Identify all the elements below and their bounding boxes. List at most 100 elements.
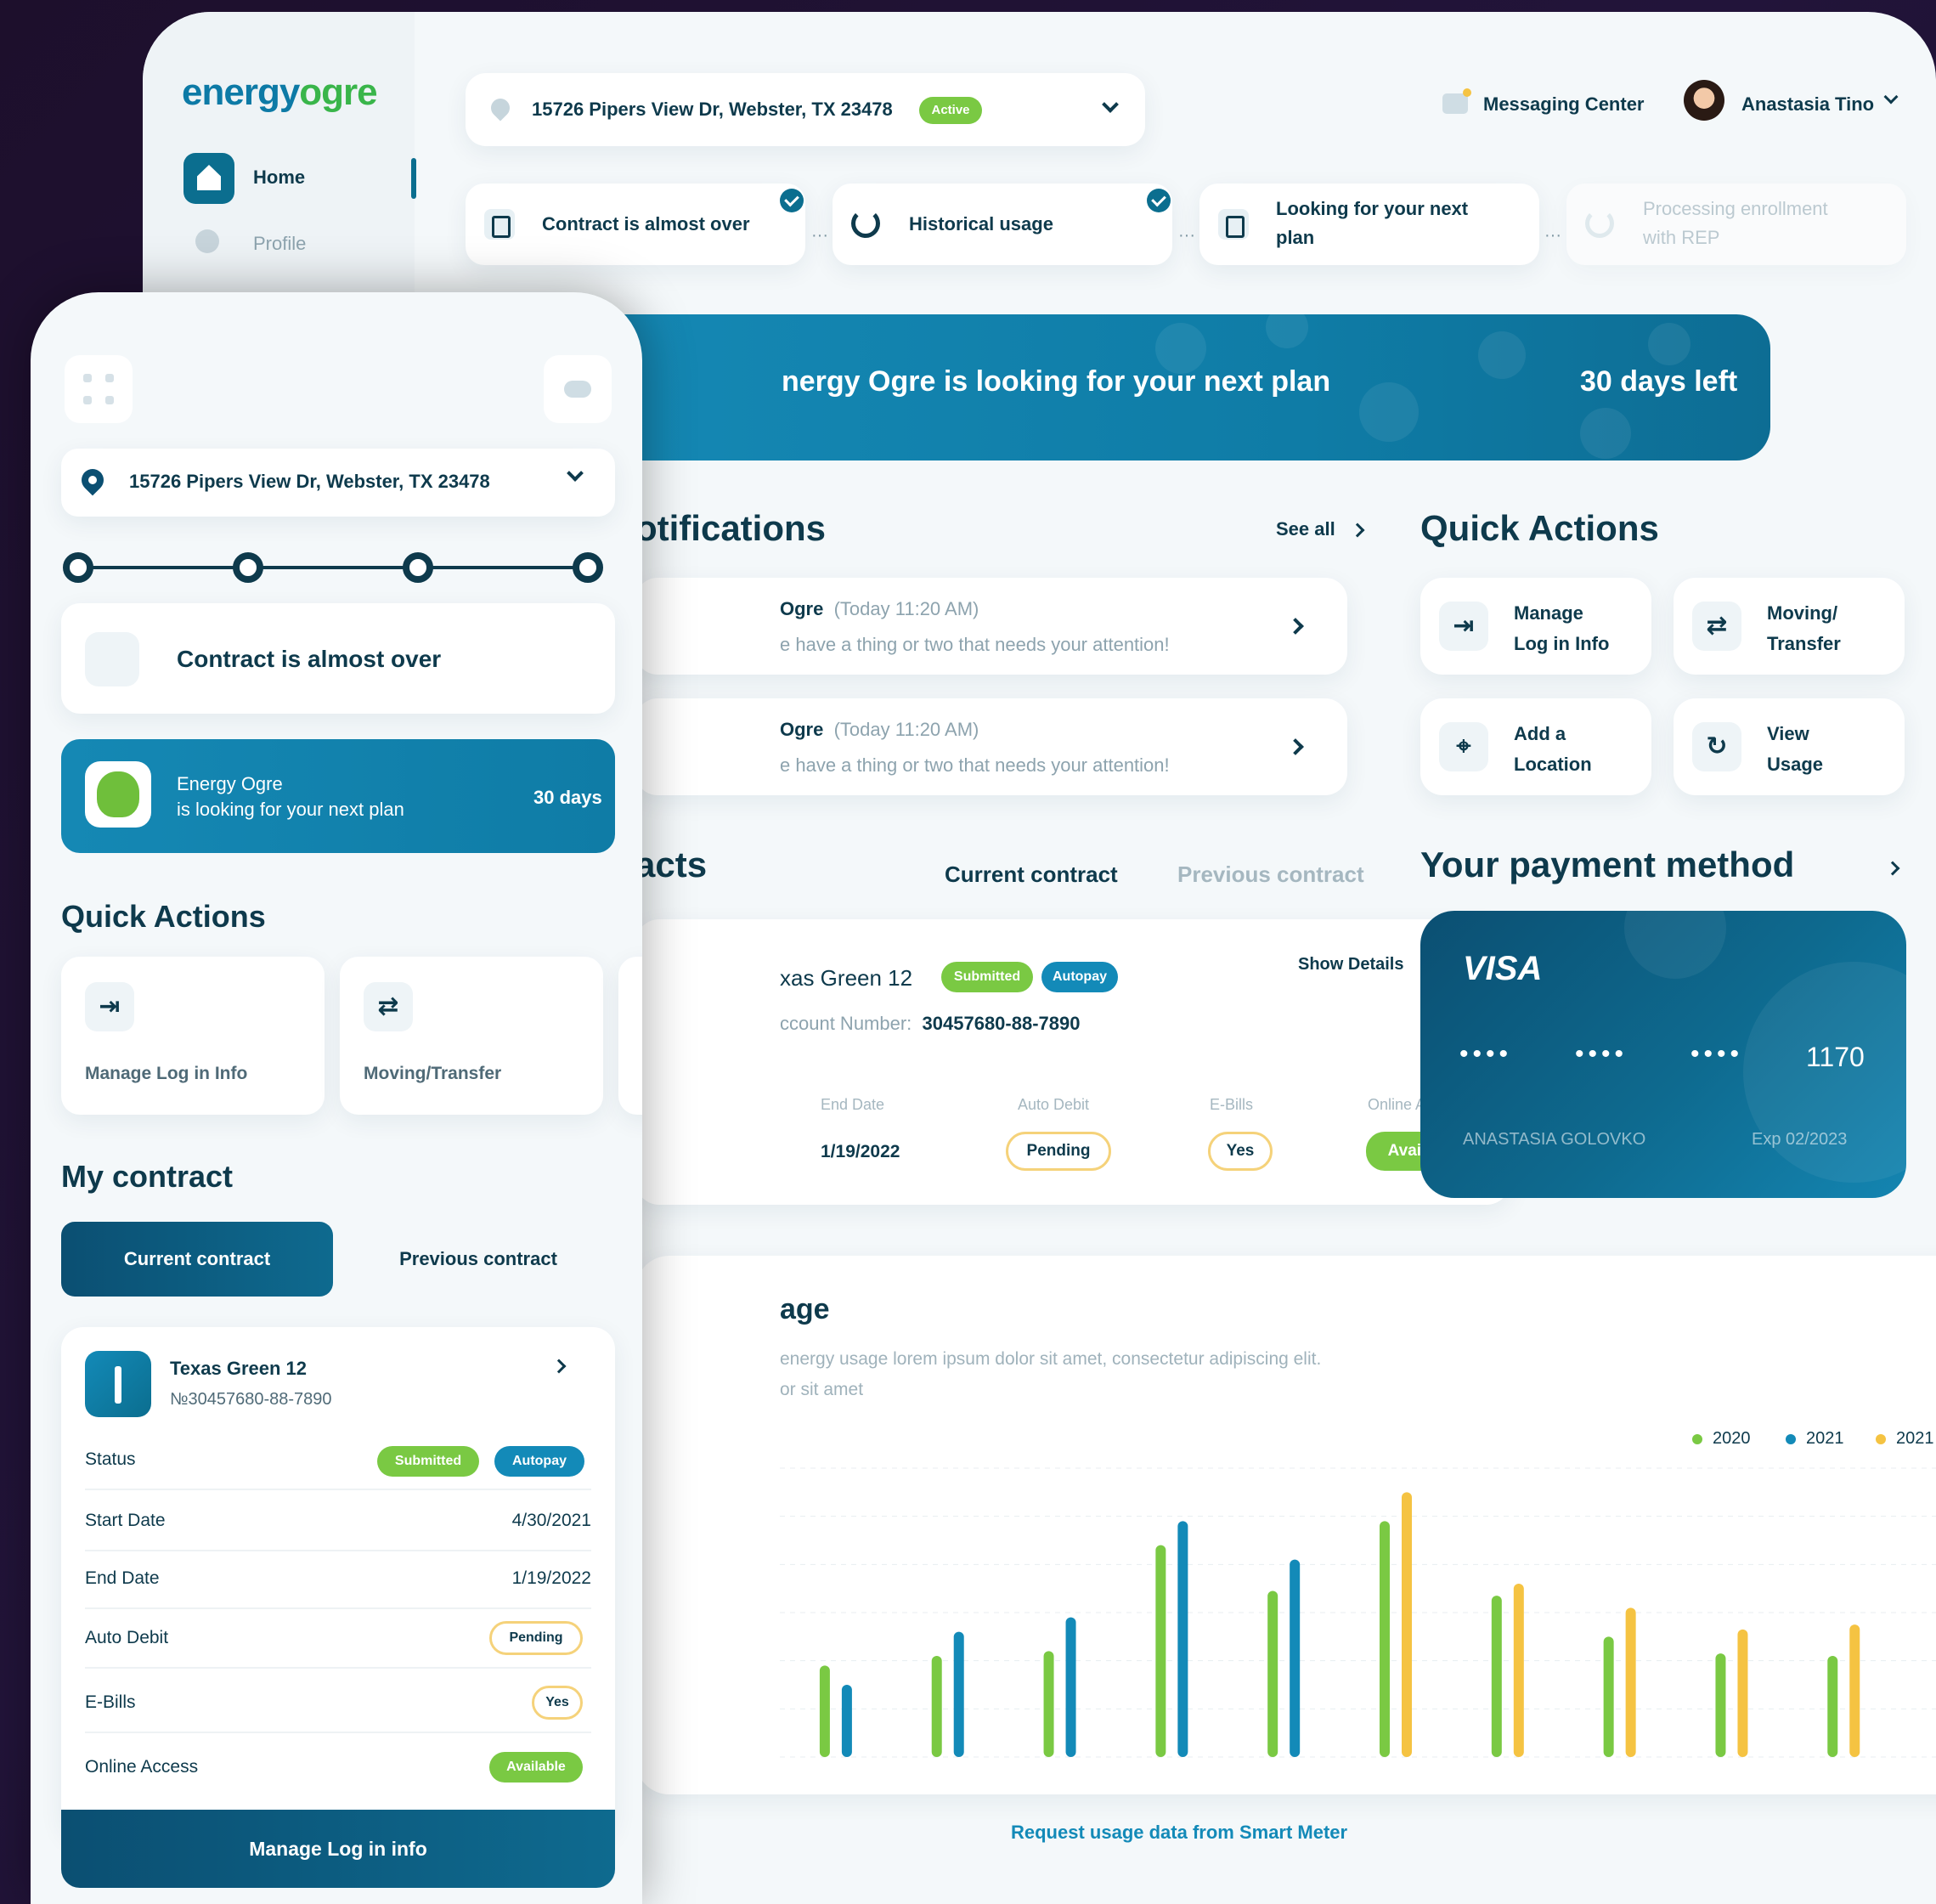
progress-node: [63, 552, 93, 583]
mobile-quick-action-more[interactable]: [618, 957, 642, 1115]
bar-2020: [1380, 1521, 1390, 1757]
ogre-mascot-icon: [85, 761, 151, 828]
submitted-badge: Submitted: [377, 1446, 479, 1477]
mobile-tab-current-contract[interactable]: Current contract: [61, 1222, 333, 1297]
bar-2020: [819, 1665, 830, 1757]
quick-action-view-usage[interactable]: ↻ View Usage: [1674, 698, 1905, 795]
quick-action-label: Manage: [1514, 602, 1583, 624]
banner-line2: is looking for your next plan: [177, 799, 404, 820]
see-all-link[interactable]: See all: [1276, 518, 1335, 540]
status-badge: Active: [919, 97, 982, 124]
sidebar-item-home[interactable]: Home: [253, 167, 305, 189]
bar-2021: [953, 1631, 964, 1757]
header-end-date: End Date: [821, 1096, 885, 1113]
active-indicator: [411, 158, 416, 199]
end-date-value: 1/19/2022: [821, 1142, 900, 1161]
bar-2020: [1715, 1653, 1726, 1757]
step-looking-next-plan[interactable]: Looking for your next plan: [1199, 184, 1539, 265]
chevron-right-icon[interactable]: [551, 1359, 567, 1374]
next-plan-banner[interactable]: nergy Ogre is looking for your next plan…: [595, 306, 1770, 460]
chevron-down-icon[interactable]: [1102, 96, 1119, 113]
card-mask: ••••: [1459, 1040, 1513, 1068]
manage-login-button[interactable]: Manage Log in info: [61, 1810, 615, 1888]
my-contract-title: My contract: [61, 1159, 234, 1194]
cloud-icon[interactable]: [544, 355, 612, 423]
avatar[interactable]: [1684, 80, 1724, 121]
card-last4: 1170: [1806, 1042, 1865, 1072]
mobile-address-selector[interactable]: 15726 Pipers View Dr, Webster, TX 23478: [61, 449, 615, 517]
chevron-right-icon[interactable]: [1287, 618, 1304, 635]
sidebar-item-profile[interactable]: Profile: [253, 233, 306, 255]
login-icon: ⇥: [85, 982, 134, 1031]
progress-node: [573, 552, 603, 583]
loading-icon: [1585, 209, 1614, 238]
card-expiry: Exp 02/2023: [1752, 1130, 1848, 1149]
mobile-quick-action-moving-transfer[interactable]: ⇄ Moving/Transfer: [340, 957, 603, 1115]
menu-grid-icon[interactable]: [65, 355, 133, 423]
messaging-center-link[interactable]: Messaging Center: [1483, 93, 1645, 116]
mobile-status-card[interactable]: Contract is almost over: [61, 603, 615, 714]
mobile-quick-action-manage-login[interactable]: ⇥ Manage Log in Info: [61, 957, 325, 1115]
home-icon[interactable]: [183, 153, 234, 204]
notification-sender: Ogre: [780, 719, 824, 740]
account-number: ccount Number: 30457680-88-7890: [780, 1013, 1081, 1034]
quick-action-manage-login[interactable]: ⇥ Manage Log in Info: [1420, 578, 1651, 675]
ebills-pill: Yes: [1208, 1132, 1273, 1171]
bar-2021-projected: [1402, 1492, 1412, 1757]
contract-icon: [1218, 209, 1249, 240]
chevron-right-icon[interactable]: [1885, 861, 1900, 876]
status-card-text: Contract is almost over: [177, 646, 442, 672]
step-label: Contract is almost over: [542, 213, 750, 234]
chevron-down-icon[interactable]: [567, 465, 584, 482]
mobile-tab-previous-contract[interactable]: Previous contract: [341, 1222, 615, 1297]
profile-icon[interactable]: [195, 229, 219, 253]
quick-actions-title: Quick Actions: [1420, 508, 1659, 548]
request-smart-meter-link[interactable]: Request usage data from Smart Meter: [1011, 1822, 1347, 1844]
show-details-link[interactable]: Show Details: [1298, 955, 1403, 975]
tree-icon: [85, 1351, 151, 1417]
user-name[interactable]: Anastasia Tino: [1741, 93, 1874, 116]
bar-2021: [1177, 1521, 1188, 1757]
mobile-dashboard: 15726 Pipers View Dr, Webster, TX 23478 …: [31, 292, 642, 1904]
progress-node: [233, 552, 263, 583]
logo[interactable]: energyogre: [182, 71, 378, 114]
chevron-right-icon[interactable]: [1287, 738, 1304, 755]
bar-2021: [1065, 1617, 1076, 1757]
card-brand: VISA: [1463, 950, 1543, 987]
quick-action-moving-transfer[interactable]: ⇄ Moving/ Transfer: [1674, 578, 1905, 675]
bar-2021-projected: [1625, 1607, 1636, 1757]
submitted-badge: Submitted: [941, 962, 1033, 992]
mail-icon[interactable]: [1442, 93, 1468, 114]
step-contract-almost-over[interactable]: Contract is almost over: [466, 184, 805, 265]
card-holder: ANASTASIA GOLOVKO: [1463, 1130, 1646, 1149]
mobile-address-text: 15726 Pipers View Dr, Webster, TX 23478: [129, 471, 490, 492]
refresh-icon: ↻: [1692, 722, 1741, 771]
swap-icon: ⇄: [364, 982, 413, 1031]
user-menu-chevron-icon[interactable]: [1883, 89, 1899, 105]
step-processing-enrollment[interactable]: Processing enrollment with REP: [1566, 184, 1906, 265]
pin-icon: ⌖: [1439, 722, 1488, 771]
contract-row-auto-debit: Auto Debit Pending: [85, 1611, 591, 1669]
notification-item[interactable]: Ogre (Today 11:20 AM) e have a thing or …: [635, 698, 1347, 795]
step-label: with REP: [1643, 227, 1720, 248]
mobile-account-number: №30457680-88-7890: [170, 1390, 332, 1409]
chevron-right-icon[interactable]: [1350, 523, 1365, 538]
bar-2021: [841, 1685, 852, 1757]
tab-previous-contract[interactable]: Previous contract: [1177, 862, 1364, 888]
quick-action-add-location[interactable]: ⌖ Add a Location: [1420, 698, 1651, 795]
plan-name: xas Green 12: [780, 965, 913, 991]
mobile-next-plan-banner[interactable]: Energy Ogre is looking for your next pla…: [61, 739, 615, 853]
quick-action-label: Usage: [1767, 754, 1824, 775]
bar-2020: [931, 1656, 942, 1757]
bar-2021-projected: [1849, 1624, 1860, 1757]
quick-action-label: Log in Info: [1514, 633, 1610, 654]
tab-current-contract[interactable]: Current contract: [945, 862, 1118, 888]
visa-card[interactable]: VISA •••• •••• •••• 1170 ANASTASIA GOLOV…: [1420, 911, 1906, 1198]
location-pin-icon: [76, 464, 109, 496]
address-selector[interactable]: 15726 Pipers View Dr, Webster, TX 23478 …: [466, 73, 1145, 146]
notifications-title: otifications: [635, 508, 827, 548]
notification-item[interactable]: Ogre (Today 11:20 AM) e have a thing or …: [635, 578, 1347, 675]
mobile-contract-card: Texas Green 12 №30457680-88-7890 Status …: [61, 1327, 615, 1835]
step-historical-usage[interactable]: Historical usage: [833, 184, 1172, 265]
address-text: 15726 Pipers View Dr, Webster, TX 23478: [532, 99, 893, 120]
